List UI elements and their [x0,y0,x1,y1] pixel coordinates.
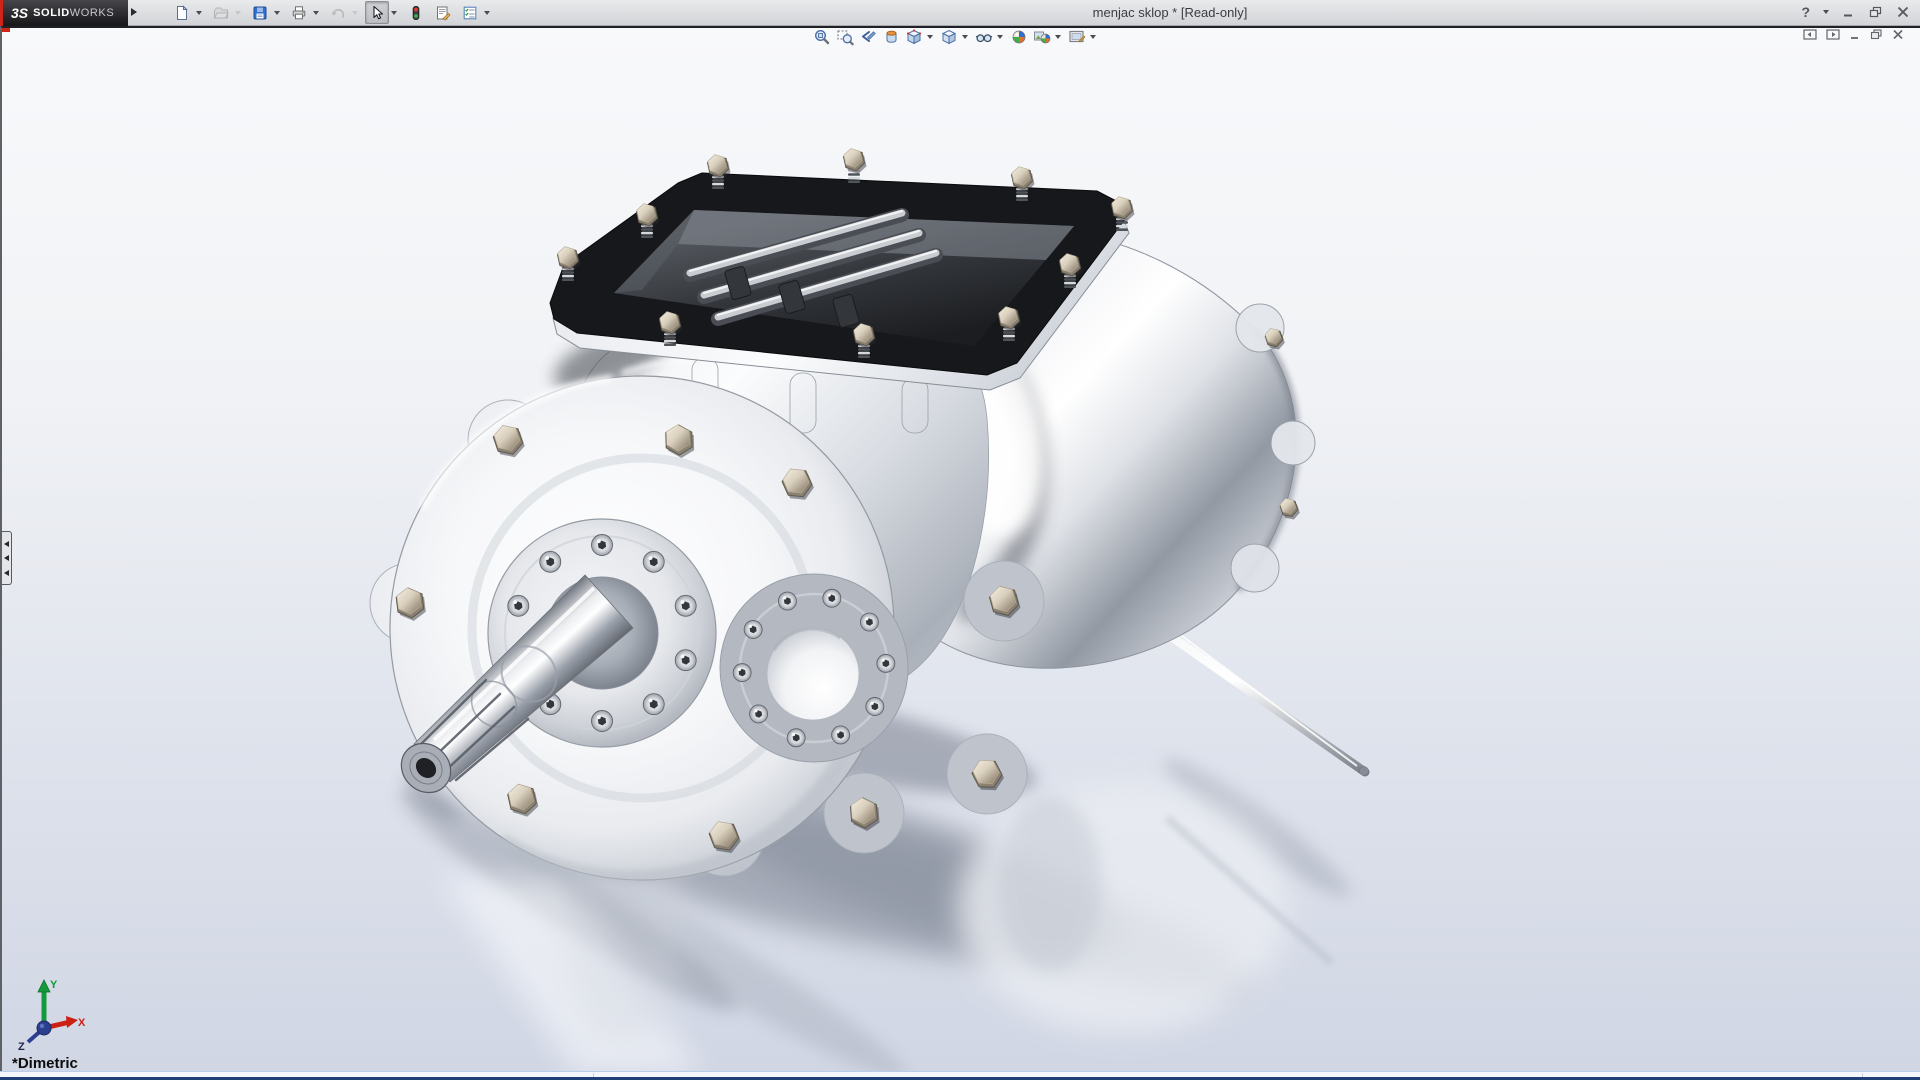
open-folder-icon [213,5,229,21]
chevron-down-icon[interactable] [1090,35,1096,39]
zoom-to-fit-button[interactable] [810,27,833,47]
save-button[interactable] [248,1,272,24]
3ds-logo-mark: 3S [11,5,28,21]
chevron-down-icon[interactable] [1823,10,1829,14]
collapse-arrow-icon [4,570,9,576]
file-properties-icon [435,5,451,21]
section-view-icon [882,28,900,46]
triad-y-label: Y [50,979,58,991]
help-button[interactable]: ? [1801,4,1810,20]
chevron-down-icon[interactable] [1055,35,1061,39]
file-properties-button[interactable] [431,1,455,24]
save-floppy-icon [252,5,268,21]
select-cursor-icon [369,5,385,21]
window-controls: ? [1801,2,1910,22]
apply-scene-button[interactable] [1030,27,1053,47]
restore-icon [1870,29,1883,40]
doc-close-button[interactable] [1892,29,1904,40]
pane-arrow-left-icon [1803,29,1817,40]
brand-name: SOLIDWORKS [33,7,114,19]
view-orientation-label: *Dimetric [12,1055,78,1072]
zoom-to-area-button[interactable] [833,27,856,47]
doc-restore-button[interactable] [1870,29,1883,40]
options-checklist-icon [462,5,478,21]
chevron-down-icon[interactable] [997,35,1003,39]
edit-appearance-button[interactable] [1007,27,1030,47]
graphics-viewport[interactable]: Y X Z *Dimetric [0,25,1920,1072]
previous-view-button[interactable] [856,27,879,47]
printer-icon [291,5,307,21]
view-settings-button[interactable] [1065,27,1088,47]
restore-icon [1869,6,1883,18]
brand-name-bold: SOLID [33,7,70,19]
chevron-down-icon[interactable] [274,11,280,15]
close-button[interactable] [1896,6,1910,18]
doc-minimize-button[interactable] [1849,29,1861,40]
chevron-down-icon[interactable] [484,11,490,15]
view-orientation-cube-icon [905,28,923,46]
document-window-controls [1803,29,1904,40]
chevron-down-icon[interactable] [196,11,202,15]
new-button[interactable] [170,1,194,24]
previous-view-icon [859,28,877,46]
display-style-button[interactable] [937,27,960,47]
eyeglasses-icon [975,28,993,46]
minimize-icon [1849,29,1861,40]
gearbox-3d-model [2,28,1920,1072]
select-button[interactable] [365,1,389,24]
view-orientation-button[interactable] [902,27,925,47]
zoom-to-area-icon [836,28,854,46]
document-title: menjac sklop * [Read-only] [1093,5,1248,20]
red-indicator [2,28,10,32]
apply-scene-icon [1033,28,1051,46]
minimize-button[interactable] [1842,6,1856,18]
chevron-down-icon[interactable] [352,11,358,15]
triad-x-label: X [78,1017,86,1029]
pane-right-button[interactable] [1826,29,1840,40]
solidworks-logo: 3S SOLIDWORKS [0,0,128,26]
triad-z-label: Z [18,1041,25,1053]
collapse-arrow-icon [4,555,9,561]
pane-left-button[interactable] [1803,29,1817,40]
featuremanager-collapsed-tab[interactable] [2,531,12,585]
zoom-to-fit-icon [813,28,831,46]
display-style-cube-icon [940,28,958,46]
print-button[interactable] [287,1,311,24]
chevron-down-icon[interactable] [391,11,397,15]
collapse-arrow-icon [4,541,9,547]
status-bar [0,1071,1920,1080]
section-view-button[interactable] [879,27,902,47]
chevron-down-icon[interactable] [235,11,241,15]
new-document-icon [174,5,190,21]
title-bar: 3S SOLIDWORKS [0,0,1920,26]
close-icon [1892,29,1904,40]
appearance-ball-icon [1010,28,1028,46]
undo-button[interactable] [326,1,350,24]
chevron-down-icon[interactable] [962,35,968,39]
pane-arrow-right-icon [1826,29,1840,40]
close-icon [1896,6,1910,18]
brand-red-stripe [0,0,3,26]
undo-arrow-icon [330,5,346,21]
rebuild-traffic-light-icon [408,5,424,21]
brand-name-light: WORKS [70,7,115,19]
headsup-view-toolbar [810,27,1100,47]
chevron-down-icon[interactable] [927,35,933,39]
open-button[interactable] [209,1,233,24]
orientation-triad: Y X Z [14,976,86,1054]
view-settings-icon [1068,28,1086,46]
chevron-down-icon[interactable] [313,11,319,15]
hide-show-items-button[interactable] [972,27,995,47]
help-icon: ? [1801,4,1810,20]
standard-toolbar [170,1,497,24]
options-button[interactable] [458,1,482,24]
menu-flyout-arrow-icon[interactable] [131,8,137,16]
restore-button[interactable] [1869,6,1883,18]
rebuild-button[interactable] [404,1,428,24]
minimize-icon [1842,6,1856,18]
